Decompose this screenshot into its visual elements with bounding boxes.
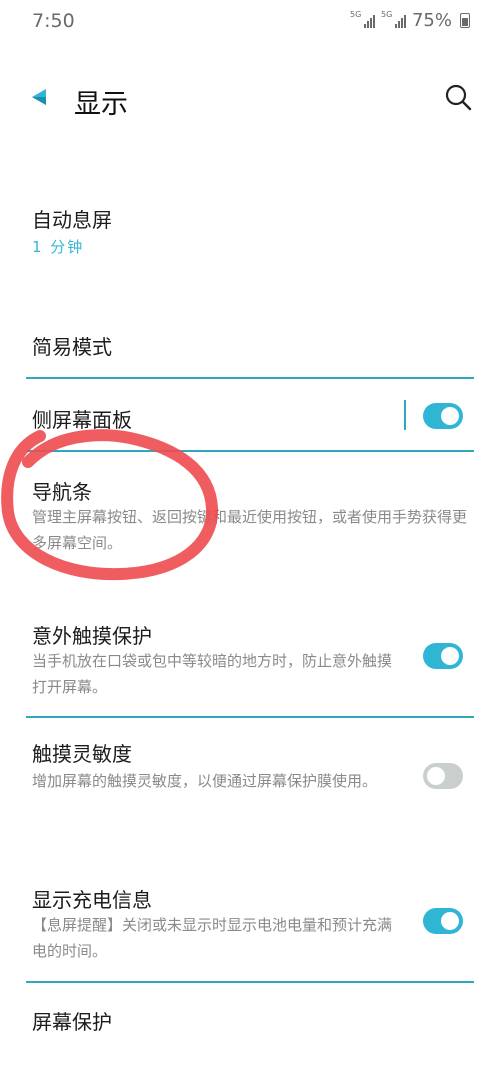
setting-title: 显示充电信息 [32, 888, 152, 912]
status-time: 7:50 [32, 10, 75, 32]
setting-touch-sensitivity[interactable]: 触摸灵敏度 增加屏幕的触摸灵敏度，以便通过屏幕保护膜使用。 [0, 730, 500, 830]
setting-description: 当手机放在口袋或包中等较暗的地方时，防止意外触摸打开屏幕。 [32, 652, 393, 696]
setting-title: 自动息屏 [32, 208, 112, 232]
signal-icon: 5G [381, 10, 406, 28]
back-triangle-icon[interactable] [26, 82, 56, 112]
setting-title: 触摸灵敏度 [32, 742, 132, 766]
divider [26, 981, 474, 983]
battery-percent: 75% [411, 10, 452, 31]
setting-title: 简易模式 [32, 335, 112, 359]
header: 显示 [0, 70, 500, 130]
setting-auto-screen-off[interactable]: 自动息屏 1 分钟 [0, 200, 500, 280]
signal-icon: 5G [350, 10, 375, 28]
divider [26, 450, 474, 452]
setting-title: 侧屏幕面板 [32, 408, 132, 432]
network-type-1: 5G [349, 9, 362, 19]
edge-panel-toggle[interactable] [423, 403, 463, 429]
status-icons: 5G 5G 75% [350, 10, 470, 31]
accidental-touch-toggle[interactable] [423, 643, 463, 669]
search-icon[interactable] [443, 82, 473, 112]
network-type-2: 5G [380, 9, 393, 19]
setting-easy-mode[interactable]: 简易模式 [0, 325, 500, 375]
setting-navigation-bar[interactable]: 导航条 管理主屏幕按钮、返回按键和最近使用按钮，或者使用手势获得更多屏幕空间。 [0, 468, 500, 558]
charging-info-toggle[interactable] [423, 908, 463, 934]
setting-screen-saver[interactable]: 屏幕保护 [0, 998, 500, 1048]
page-title: 显示 [74, 89, 128, 120]
setting-title: 意外触摸保护 [32, 624, 152, 648]
setting-value: 1 分钟 [32, 238, 85, 256]
divider [26, 377, 474, 379]
setting-charging-info[interactable]: 显示充电信息 【息屏提醒】关闭或未显示时显示电池电量和预计充满电的时间。 [0, 876, 500, 976]
battery-icon [460, 13, 470, 28]
setting-accidental-touch-protection[interactable]: 意外触摸保护 当手机放在口袋或包中等较暗的地方时，防止意外触摸打开屏幕。 [0, 612, 500, 712]
setting-description: 管理主屏幕按钮、返回按键和最近使用按钮，或者使用手势获得更多屏幕空间。 [32, 508, 468, 552]
status-bar: 7:50 5G 5G 75% [0, 0, 500, 44]
divider [26, 716, 474, 718]
setting-description: 【息屏提醒】关闭或未显示时显示电池电量和预计充满电的时间。 [32, 916, 393, 960]
setting-title: 屏幕保护 [32, 1010, 112, 1034]
setting-edge-panel[interactable]: 侧屏幕面板 [0, 390, 500, 445]
setting-description: 增加屏幕的触摸灵敏度，以便通过屏幕保护膜使用。 [32, 772, 378, 790]
touch-sensitivity-toggle[interactable] [423, 763, 463, 789]
vertical-separator [404, 400, 406, 430]
setting-title: 导航条 [32, 480, 92, 504]
